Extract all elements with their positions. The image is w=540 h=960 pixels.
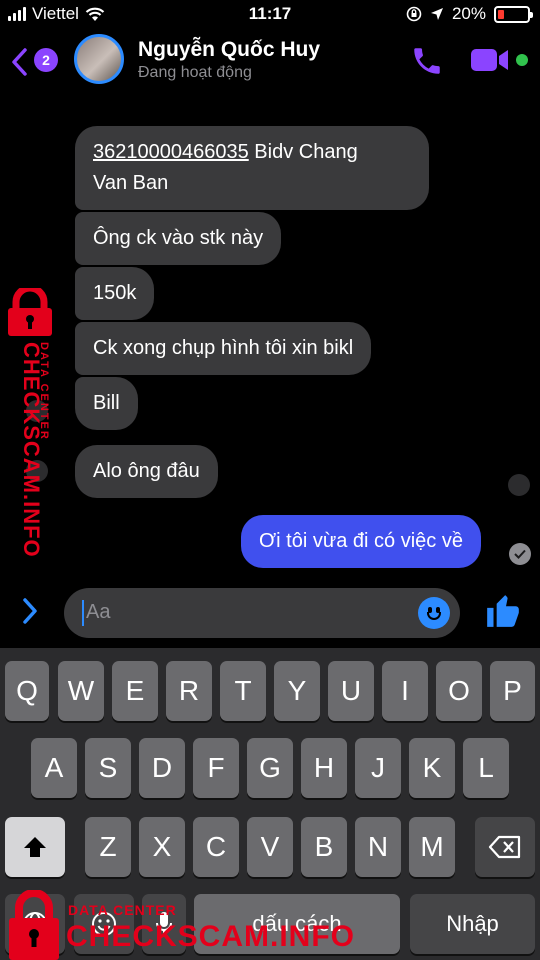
message-bubble-incoming[interactable]: Bill [75, 377, 138, 430]
message-bubble-incoming[interactable]: Ck xong chụp hình tôi xin bikl [75, 322, 372, 375]
microphone-icon [156, 912, 172, 936]
key-z[interactable]: Z [85, 817, 131, 877]
online-status-dot [516, 54, 528, 66]
return-key[interactable]: Nhập [410, 894, 535, 954]
chevron-right-icon [23, 598, 37, 624]
status-right: 20% [406, 4, 533, 24]
message-bubble-incoming[interactable]: Alo ông đâu [75, 445, 218, 498]
key-x[interactable]: X [139, 817, 185, 877]
message-input[interactable]: Aa [64, 588, 460, 638]
globe-icon [23, 912, 47, 936]
emoji-key[interactable] [74, 894, 134, 954]
key-u[interactable]: U [328, 661, 374, 721]
globe-key[interactable] [5, 894, 65, 954]
smiley-icon [92, 912, 116, 936]
key-l[interactable]: L [463, 738, 509, 798]
watermark-side: CHECKSCAM.INFO DATA CENTER [0, 288, 60, 558]
key-r[interactable]: R [166, 661, 212, 721]
key-q[interactable]: Q [5, 661, 49, 721]
backspace-key[interactable] [475, 817, 535, 877]
message-text: Bill [93, 392, 120, 414]
message-text: Van Ban [93, 172, 169, 194]
key-e[interactable]: E [112, 661, 158, 721]
shift-key[interactable] [5, 817, 65, 877]
phone-icon [414, 48, 440, 74]
emoji-icon[interactable] [418, 597, 450, 629]
space-key[interactable]: dấu cách [194, 894, 400, 954]
key-v[interactable]: V [247, 817, 293, 877]
read-receipt-avatar [508, 474, 530, 496]
message-bubble-incoming[interactable]: 150k [75, 267, 155, 320]
key-f[interactable]: F [193, 738, 239, 798]
orientation-lock-icon [406, 6, 422, 22]
thumbs-up-icon [487, 595, 519, 627]
keyboard: Q W E R T Y U I O P A S D F G H J K L Z … [0, 648, 540, 960]
message-text: 150k [93, 282, 137, 304]
key-b[interactable]: B [301, 817, 347, 877]
shift-arrow-icon [24, 837, 46, 857]
location-icon [430, 8, 443, 20]
account-number-link[interactable]: 36210000466035 [93, 141, 249, 163]
message-input-placeholder: Aa [86, 601, 111, 623]
key-p[interactable]: P [490, 661, 535, 721]
key-t[interactable]: T [220, 661, 266, 721]
message-text: Bidv Chang [248, 141, 358, 163]
battery-percent: 20% [451, 4, 486, 23]
chat-header: 2 Nguyễn Quốc Huy Đang hoạt động [0, 30, 540, 92]
back-button[interactable]: 2 [10, 46, 62, 76]
battery-level [498, 9, 504, 19]
key-c[interactable]: C [193, 817, 239, 877]
watermark-brand: CHECKSCAM.INFO [19, 342, 44, 558]
sender-avatar-small [26, 460, 48, 482]
video-camera-icon [471, 49, 508, 71]
video-call-button[interactable] [470, 46, 510, 79]
key-s[interactable]: S [85, 738, 131, 798]
status-bar: Viettel 11:17 20% [0, 0, 540, 30]
dictation-key[interactable] [142, 894, 186, 954]
key-w[interactable]: W [58, 661, 104, 721]
key-j[interactable]: J [355, 738, 401, 798]
key-m[interactable]: M [409, 817, 455, 877]
composer-bar: Aa [0, 584, 540, 640]
like-button[interactable] [484, 592, 522, 635]
message-text: Ck xong chụp hình tôi xin bikl [93, 337, 354, 359]
key-i[interactable]: I [382, 661, 428, 721]
message-text: Ông ck vào stk này [93, 227, 264, 249]
key-h[interactable]: H [301, 738, 347, 798]
sender-avatar-small [26, 400, 48, 422]
expand-actions-button[interactable] [22, 598, 38, 629]
watermark-subtitle: DATA CENTER [38, 342, 50, 441]
key-k[interactable]: K [409, 738, 455, 798]
delivered-check-icon [509, 543, 531, 565]
message-bubble-outgoing[interactable]: Ơi tôi vừa đi có việc về [241, 515, 481, 568]
message-bubble-incoming[interactable]: 36210000466035 Bidv Chang Van Ban [75, 126, 429, 210]
call-button[interactable] [410, 44, 444, 83]
contact-name[interactable]: Nguyễn Quốc Huy [138, 38, 320, 62]
key-n[interactable]: N [355, 817, 401, 877]
key-g[interactable]: G [247, 738, 293, 798]
text-cursor [82, 600, 84, 626]
message-bubble-incoming[interactable]: Ông ck vào stk này [75, 212, 282, 265]
backspace-icon [488, 835, 521, 859]
key-o[interactable]: O [436, 661, 482, 721]
padlock-icon [8, 288, 52, 336]
message-text: Ơi tôi vừa đi có việc về [259, 530, 463, 552]
avatar[interactable] [74, 34, 124, 84]
key-y[interactable]: Y [274, 661, 320, 721]
key-a[interactable]: A [31, 738, 77, 798]
unread-badge: 2 [34, 48, 58, 72]
battery-icon [494, 5, 533, 23]
key-d[interactable]: D [139, 738, 185, 798]
contact-status: Đang hoạt động [138, 64, 252, 81]
message-text: Alo ông đâu [93, 460, 200, 482]
chevron-left-icon [12, 48, 27, 76]
